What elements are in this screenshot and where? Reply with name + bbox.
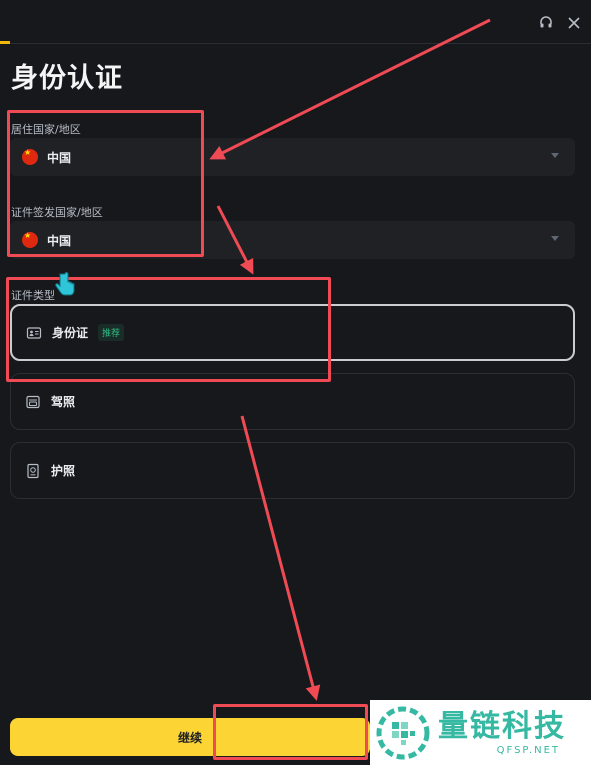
doc-option-passport[interactable]: 护照 xyxy=(10,442,575,499)
issuing-value: 中国 xyxy=(47,233,72,248)
top-icons xyxy=(537,14,583,32)
doc-option-driver-license[interactable]: 驾照 xyxy=(10,373,575,430)
watermark-mark-icon xyxy=(376,706,430,759)
passport-icon xyxy=(25,463,41,479)
issuing-label: 证件签发国家/地区 xyxy=(11,206,103,219)
top-bar xyxy=(0,0,591,44)
doc-option-label: 身份证 xyxy=(52,326,89,340)
residence-label: 居住国家/地区 xyxy=(11,123,81,136)
watermark-name: 量链科技 xyxy=(438,709,566,744)
close-icon[interactable] xyxy=(565,14,583,32)
doc-option-label: 护照 xyxy=(51,464,76,478)
residence-value: 中国 xyxy=(47,150,72,165)
chevron-down-icon xyxy=(551,236,559,241)
china-flag-icon xyxy=(22,231,38,248)
doc-type-label: 证件类型 xyxy=(11,289,55,302)
recommended-badge: 推荐 xyxy=(98,324,125,341)
progress-bar xyxy=(0,41,11,44)
headset-icon[interactable] xyxy=(537,14,555,32)
china-flag-icon xyxy=(22,148,38,165)
residence-select[interactable]: 中国 xyxy=(10,138,575,176)
watermark-logo: 量链科技 QFSP.NET xyxy=(370,700,591,765)
doc-option-label: 驾照 xyxy=(51,395,76,409)
driver-license-icon xyxy=(25,394,41,410)
id-card-icon xyxy=(26,325,42,341)
doc-option-id-card[interactable]: 身份证 推荐 xyxy=(10,304,575,361)
chevron-down-icon xyxy=(551,153,559,158)
page-title: 身份认证 xyxy=(11,63,123,94)
watermark-domain: QFSP.NET xyxy=(496,745,560,756)
issuing-select[interactable]: 中国 xyxy=(10,221,575,259)
continue-button[interactable]: 继续 xyxy=(10,718,370,756)
hand-cursor-icon xyxy=(54,272,76,302)
